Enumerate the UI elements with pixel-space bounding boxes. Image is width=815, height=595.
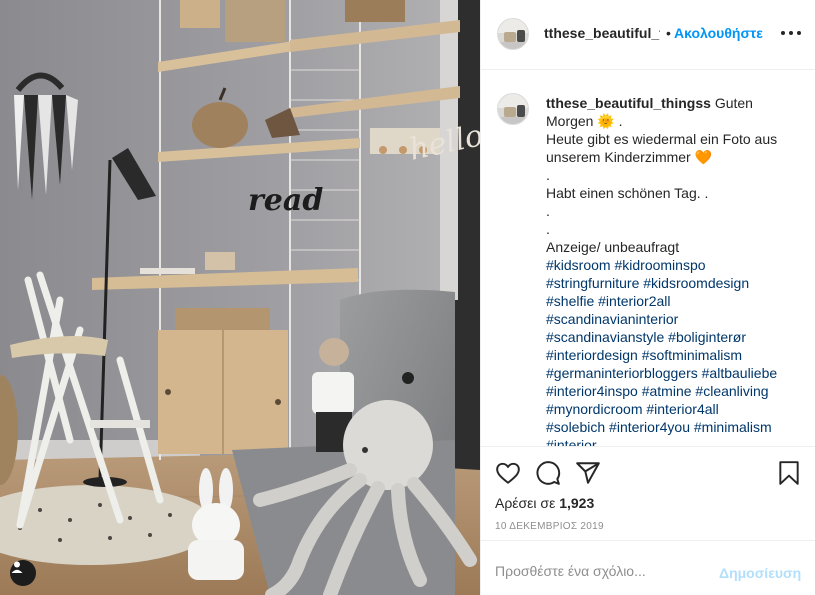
- likes-number: 1,923: [559, 495, 595, 511]
- hashtag-line[interactable]: #mynordicroom #interior4all: [546, 400, 802, 418]
- caption-avatar[interactable]: [497, 93, 529, 125]
- heart-icon[interactable]: [495, 460, 521, 486]
- post-header: tthese_beautiful_tl • Ακολουθήστε: [481, 0, 815, 70]
- hashtag-line[interactable]: #scandinavianstyle #boliginterør: [546, 328, 802, 346]
- hashtag-line[interactable]: #scandinavianinterior: [546, 310, 802, 328]
- more-options-icon[interactable]: [781, 25, 801, 41]
- caption-line: Morgen 🌞 .: [546, 113, 623, 129]
- likes-count[interactable]: Αρέσει σε 1,923: [495, 495, 594, 511]
- likes-prefix: Αρέσει σε: [495, 495, 556, 511]
- read-wall-word: read: [248, 183, 323, 218]
- caption-line: Heute gibt es wiedermal ein Foto aus: [546, 131, 778, 147]
- hashtag-line[interactable]: #solebich #interior4you #minimalism: [546, 418, 802, 436]
- caption-greeting: Guten: [714, 95, 753, 111]
- caption-line: .: [546, 203, 550, 219]
- hashtag-line[interactable]: #interiordesign #softminimalism: [546, 346, 802, 364]
- add-comment-bar: Δημοσίευση: [481, 540, 815, 595]
- user-tag-icon[interactable]: [10, 560, 36, 586]
- hashtag-line[interactable]: #shelfie #interior2all: [546, 292, 802, 310]
- post-side-panel: tthese_beautiful_tl • Ακολουθήστε tthese…: [480, 0, 815, 595]
- comment-bubble-icon[interactable]: [535, 460, 561, 486]
- hashtag-line[interactable]: #interior: [546, 436, 802, 446]
- bookmark-icon[interactable]: [776, 460, 802, 486]
- caption-area: tthese_beautiful_thingss Guten Morgen 🌞 …: [481, 71, 815, 446]
- post-date[interactable]: 10 ΔΕΚΕΜΒΡΙΟΣ 2019: [495, 521, 604, 532]
- paper-plane-icon[interactable]: [575, 460, 601, 486]
- follow-button[interactable]: Ακολουθήστε: [674, 25, 763, 41]
- post-actions: Αρέσει σε 1,923 10 ΔΕΚΕΜΒΡΙΟΣ 2019: [481, 446, 815, 540]
- kids-room-photo: hello read: [0, 0, 480, 595]
- hashtag-line[interactable]: #germaninteriorbloggers #altbauliebe: [546, 364, 802, 382]
- caption-line: Habt einen schönen Tag. .: [546, 185, 709, 201]
- caption-line: .: [546, 221, 550, 237]
- caption-line: .: [546, 167, 550, 183]
- caption-line: unserem Kinderzimmer 🧡: [546, 149, 713, 165]
- caption-line: Anzeige/ unbeaufragt: [546, 239, 680, 255]
- header-separator: •: [666, 25, 671, 41]
- avatar[interactable]: [497, 18, 529, 50]
- hashtag-line[interactable]: #stringfurniture #kidsroomdesign: [546, 274, 802, 292]
- comment-input[interactable]: [495, 563, 705, 579]
- caption-username-link[interactable]: tthese_beautiful_thingss: [546, 95, 711, 111]
- post-photo[interactable]: hello read: [0, 0, 480, 595]
- caption-text: tthese_beautiful_thingss Guten Morgen 🌞 …: [546, 94, 802, 446]
- post-comment-button[interactable]: Δημοσίευση: [719, 565, 801, 581]
- header-username-link[interactable]: tthese_beautiful_tl: [544, 25, 660, 41]
- hashtag-line[interactable]: #interior4inspo #atmine #cleanliving: [546, 382, 802, 400]
- hashtag-line[interactable]: #kidsroom #kidroominspo: [546, 256, 802, 274]
